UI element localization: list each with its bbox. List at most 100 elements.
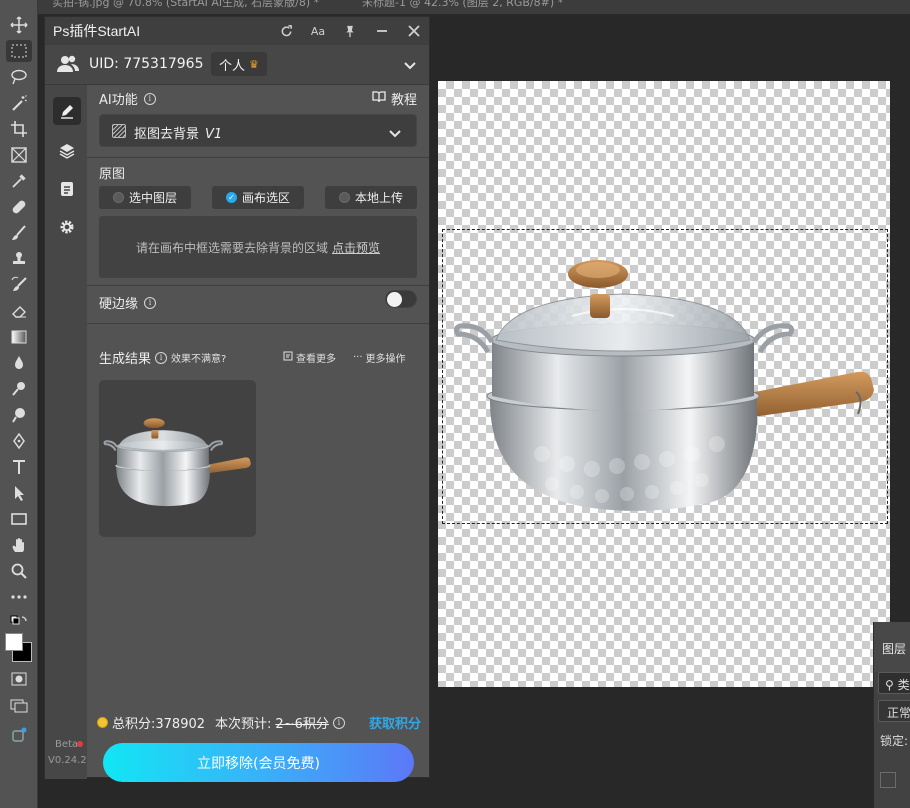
info-icon[interactable]: i bbox=[143, 92, 156, 105]
plugin-titlebar[interactable]: Ps插件StartAI Aa bbox=[45, 17, 429, 45]
ai-function-heading: AI功能 i bbox=[99, 89, 156, 108]
tutorial-label: 教程 bbox=[390, 93, 417, 108]
gradient-tool-icon[interactable] bbox=[6, 326, 32, 348]
history-brush-icon[interactable] bbox=[6, 274, 32, 296]
remove-now-button[interactable]: 立即移除(会员免费) bbox=[103, 743, 414, 782]
chevron-down-icon bbox=[388, 125, 402, 144]
quick-mask-icon[interactable] bbox=[6, 668, 32, 690]
foreground-color-swatch[interactable] bbox=[5, 633, 23, 651]
preview-link[interactable]: 点击预览 bbox=[332, 239, 380, 256]
coin-icon bbox=[97, 717, 108, 728]
sidebar-item-settings[interactable] bbox=[53, 213, 81, 241]
frame-tool-icon[interactable] bbox=[6, 144, 32, 166]
startai-plugin-panel: Ps插件StartAI Aa UID: 775317965 个人 ♛ Beta V… bbox=[44, 16, 430, 782]
path-selection-icon[interactable] bbox=[6, 482, 32, 504]
section-divider bbox=[87, 323, 429, 324]
user-uid: UID: 775317965 bbox=[89, 56, 204, 72]
brush-tool-icon[interactable] bbox=[6, 222, 32, 244]
document-tab-secondary[interactable]: 未标题-1 @ 42.3% (图层 2, RGB/8#) * bbox=[362, 0, 592, 14]
close-icon[interactable] bbox=[405, 22, 423, 40]
document-canvas[interactable] bbox=[438, 81, 890, 687]
credits-row: 总积分:378902 本次预计: 2~6积分 i bbox=[97, 713, 345, 732]
clone-stamp-icon[interactable] bbox=[6, 248, 32, 270]
lasso-tool-icon[interactable] bbox=[6, 66, 32, 88]
view-more-link[interactable]: 查看更多 bbox=[283, 350, 336, 365]
info-icon[interactable]: i bbox=[144, 296, 157, 309]
marquee-tool-icon[interactable] bbox=[6, 40, 32, 62]
source-option-label: 画布选区 bbox=[241, 191, 290, 205]
hand-tool-icon[interactable] bbox=[6, 534, 32, 556]
pot-image bbox=[453, 260, 874, 511]
total-points: 总积分:378902 bbox=[112, 717, 206, 732]
dissatisfied-link[interactable]: 效果不满意? bbox=[171, 350, 226, 365]
selection-hint-box: 请在画布中框选需要去除背景的区域 点击预览 bbox=[99, 216, 417, 278]
remove-background-icon bbox=[112, 124, 126, 138]
refresh-icon[interactable] bbox=[277, 22, 295, 40]
info-icon[interactable]: i bbox=[332, 716, 345, 729]
eyedropper-icon[interactable] bbox=[6, 170, 32, 192]
radio-unchecked-icon bbox=[338, 192, 350, 203]
dodge-tool-icon[interactable] bbox=[6, 378, 32, 400]
notification-dot bbox=[77, 741, 83, 747]
result-thumbnail[interactable] bbox=[99, 380, 256, 537]
source-option-local-upload[interactable]: 本地上传 bbox=[325, 186, 417, 209]
ai-function-label: AI功能 bbox=[99, 93, 138, 108]
toggle-knob bbox=[387, 292, 402, 307]
rectangle-tool-icon[interactable] bbox=[6, 508, 32, 530]
more-tools-icon[interactable] bbox=[6, 586, 32, 608]
eraser-icon[interactable] bbox=[6, 300, 32, 322]
swap-colors-icon[interactable] bbox=[6, 612, 32, 634]
magic-wand-icon[interactable] bbox=[6, 92, 32, 114]
minimize-icon[interactable] bbox=[373, 22, 391, 40]
healing-brush-icon[interactable] bbox=[6, 196, 32, 218]
font-size-icon[interactable]: Aa bbox=[309, 22, 327, 40]
plugin-dock-icon[interactable] bbox=[6, 724, 32, 746]
ps-toolbar bbox=[0, 0, 38, 808]
beta-label: Beta bbox=[55, 739, 79, 750]
blend-mode-select[interactable]: 正常 bbox=[878, 700, 910, 722]
get-points-link[interactable]: 获取积分 bbox=[369, 713, 421, 732]
document-tab-active[interactable]: 实拍-锅.jpg @ 70.8% (StartAI AI生成, 石层蒙版/8) … bbox=[52, 0, 342, 14]
layer-visibility-box[interactable] bbox=[880, 772, 896, 788]
type-tool-icon[interactable] bbox=[6, 456, 32, 478]
section-divider bbox=[87, 157, 429, 158]
ai-mode-select[interactable]: 抠图去背景 V1 bbox=[99, 114, 417, 147]
pin-icon[interactable] bbox=[341, 22, 359, 40]
book-icon bbox=[372, 90, 386, 107]
plugin-footer: 总积分:378902 本次预计: 2~6积分 i 获取积分 立即移除(会员免费) bbox=[87, 703, 429, 782]
hard-edge-toggle[interactable] bbox=[385, 290, 417, 308]
estimate-label: 本次预计: bbox=[215, 717, 272, 732]
sidebar-item-layers[interactable] bbox=[53, 137, 81, 165]
crop-tool-icon[interactable] bbox=[6, 118, 32, 140]
screen-mode-icon[interactable] bbox=[6, 694, 32, 716]
tutorial-link[interactable]: 教程 bbox=[372, 89, 417, 108]
chevron-down-icon[interactable] bbox=[403, 57, 417, 76]
document-tab-strip: 实拍-锅.jpg @ 70.8% (StartAI AI生成, 石层蒙版/8) … bbox=[38, 0, 910, 14]
zoom-tool-icon[interactable] bbox=[6, 560, 32, 582]
source-option-canvas-selection[interactable]: ✓ 画布选区 bbox=[212, 186, 304, 209]
layers-tab[interactable]: 图层 bbox=[874, 622, 910, 672]
sponge-tool-icon[interactable] bbox=[6, 404, 32, 426]
sidebar-item-records[interactable] bbox=[53, 175, 81, 203]
estimate-value: 2~6积分 bbox=[275, 717, 329, 732]
more-actions-link[interactable]: ··· 更多操作 bbox=[353, 350, 406, 365]
ai-mode-label: 抠图去背景 V1 bbox=[134, 127, 223, 142]
layer-filter-field[interactable]: ⚲ 类 bbox=[878, 672, 910, 694]
plugin-sidebar: Beta V0.24.2 bbox=[45, 85, 87, 779]
source-option-label: 选中图层 bbox=[128, 191, 177, 205]
radio-unchecked-icon bbox=[112, 192, 124, 203]
blur-tool-icon[interactable] bbox=[6, 352, 32, 374]
pen-edit-icon bbox=[61, 105, 73, 119]
pen-tool-icon[interactable] bbox=[6, 430, 32, 452]
user-bar: UID: 775317965 个人 ♛ bbox=[45, 45, 429, 85]
sidebar-item-ai-edit[interactable] bbox=[53, 97, 81, 125]
move-tool-icon[interactable] bbox=[6, 14, 32, 36]
plugin-main: AI功能 i 教程 抠图去背景 V1 原图 选中图层 ✓ 画布选区 本地上传 请在… bbox=[87, 85, 429, 782]
plan-badge[interactable]: 个人 ♛ bbox=[211, 52, 267, 76]
crown-icon: ♛ bbox=[249, 57, 259, 71]
hard-edge-heading: 硬边缘 i bbox=[99, 293, 157, 312]
selection-hint-text: 请在画布中框选需要去除背景的区域 bbox=[135, 240, 328, 255]
titlebar-controls: Aa bbox=[277, 17, 423, 45]
document-icon bbox=[61, 182, 73, 196]
source-option-selected-layer[interactable]: 选中图层 bbox=[99, 186, 191, 209]
